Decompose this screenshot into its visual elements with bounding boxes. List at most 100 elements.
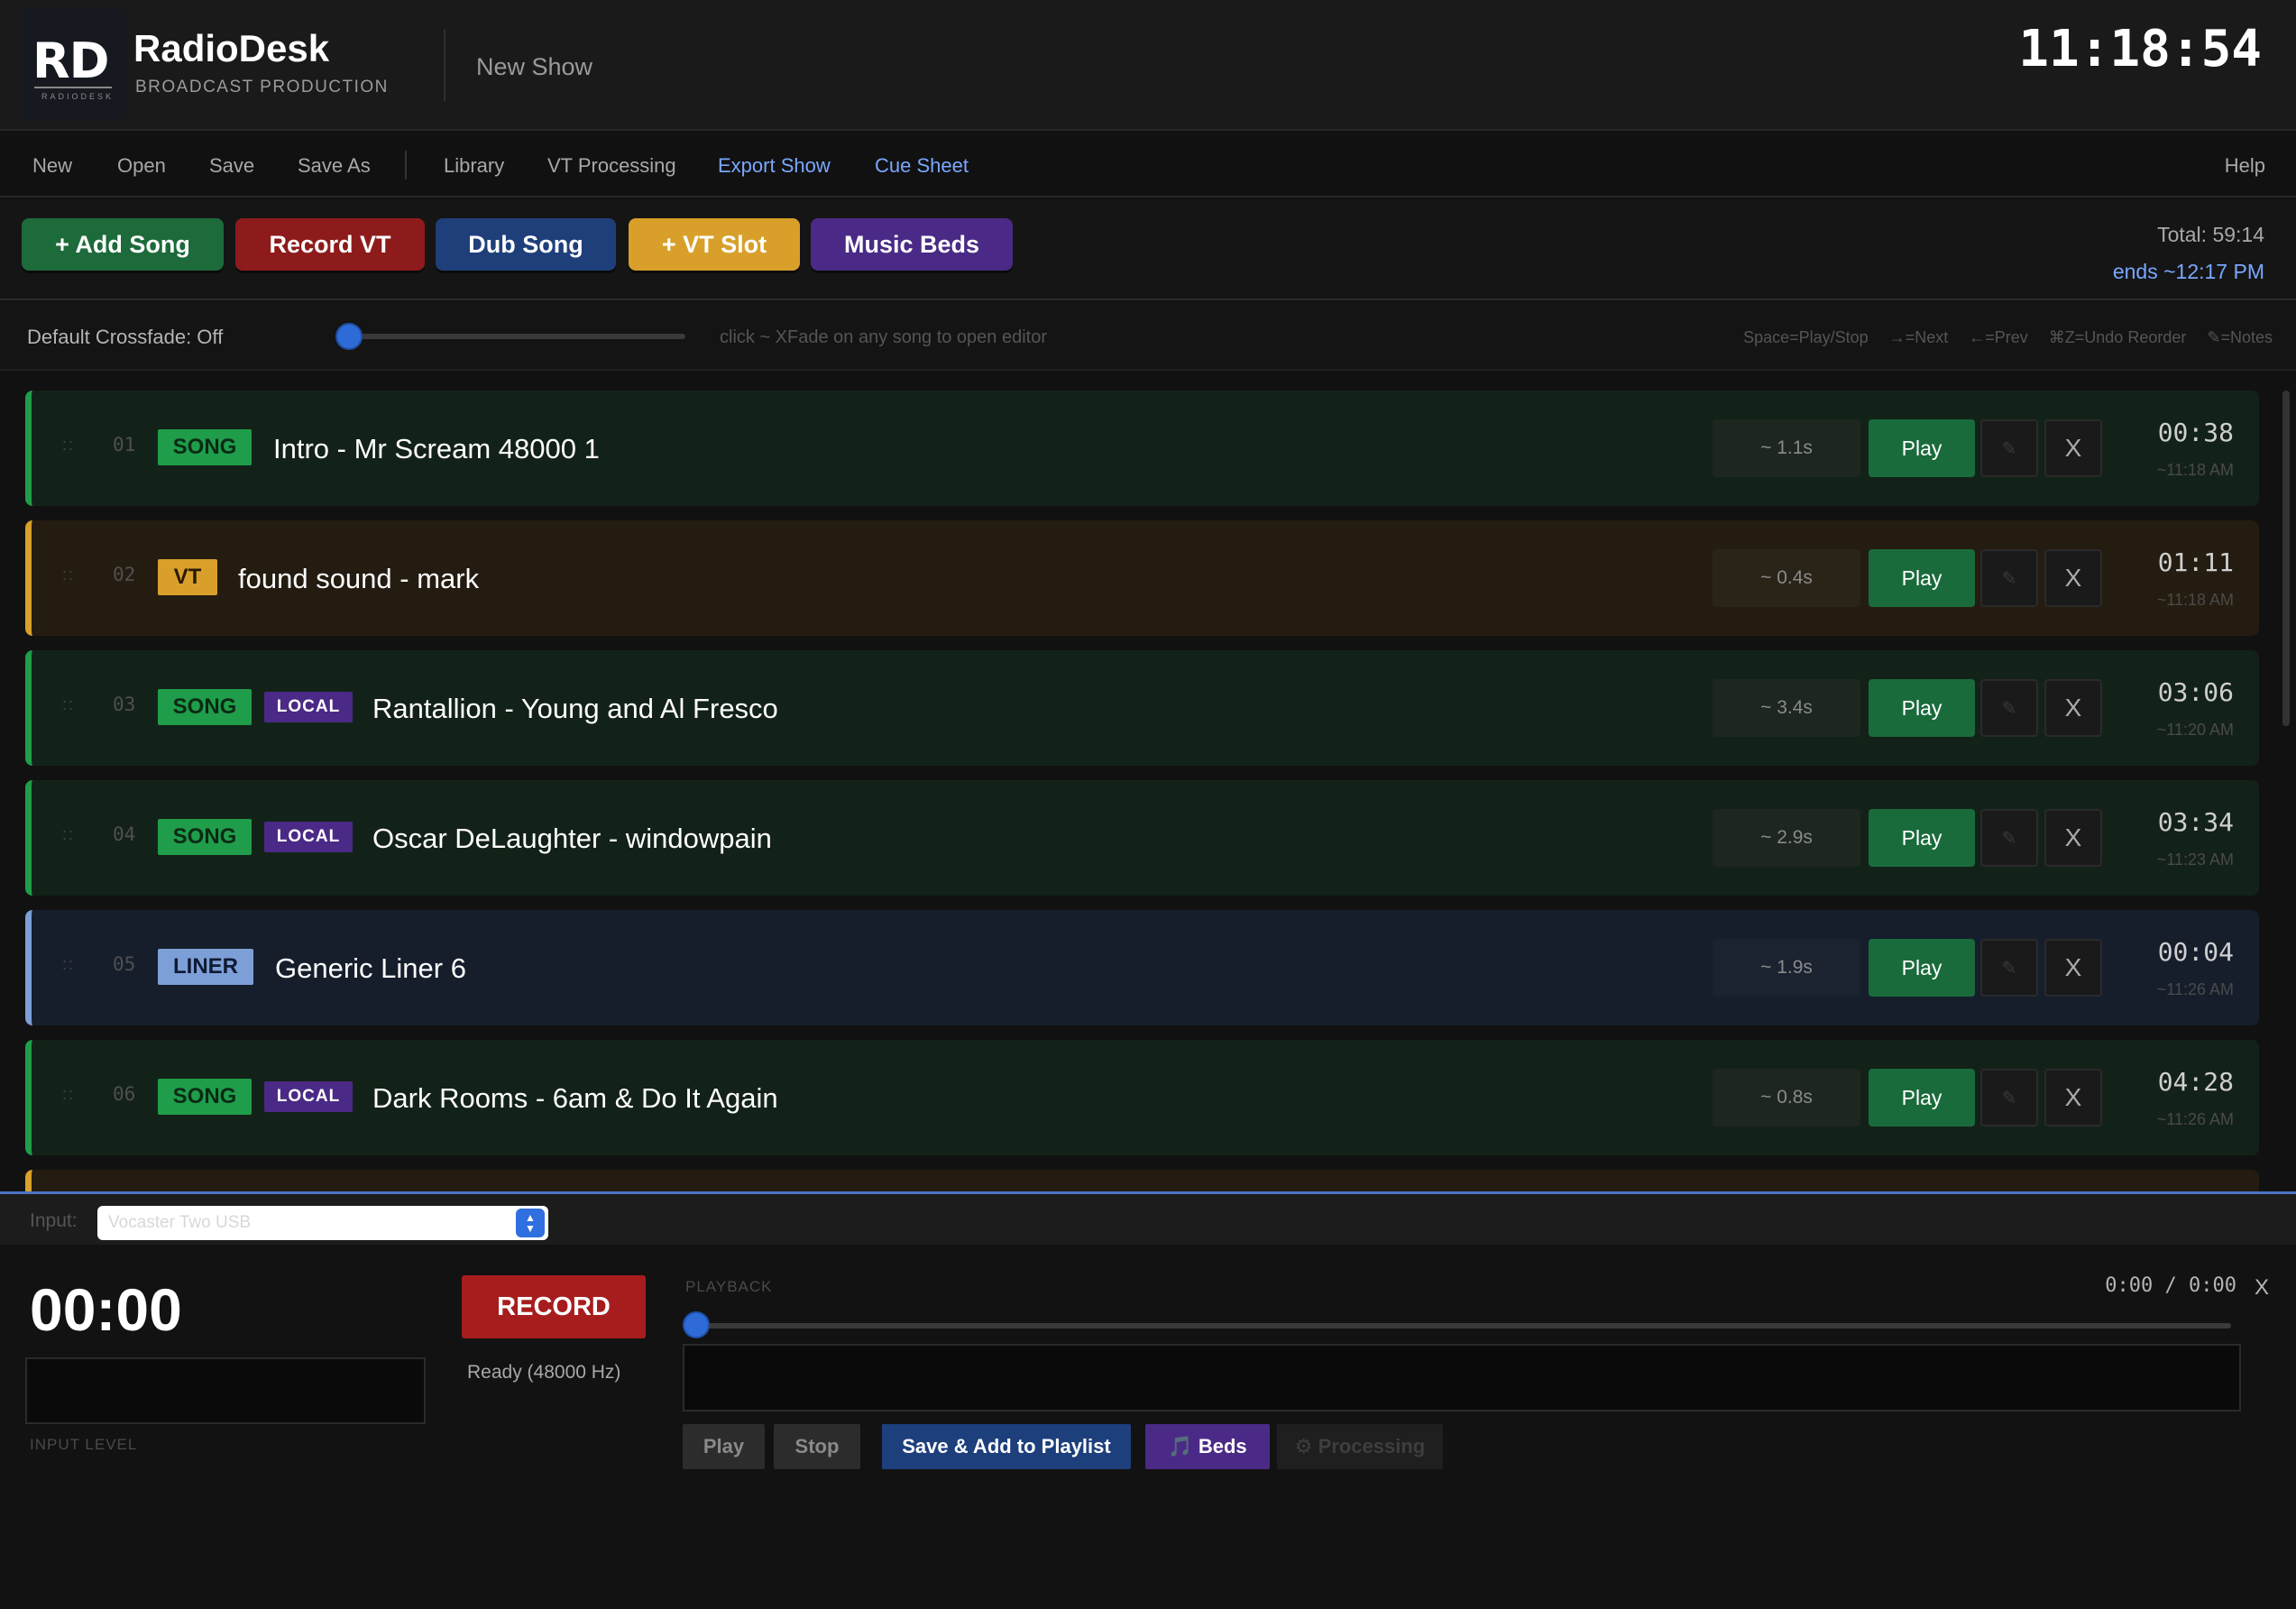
- playlist-row-partial[interactable]: [25, 1170, 2259, 1191]
- save-add-to-playlist-button[interactable]: Save & Add to Playlist: [882, 1424, 1131, 1469]
- crossfade-button[interactable]: ~ 1.1s: [1713, 419, 1860, 477]
- crossfade-slider-thumb[interactable]: [335, 323, 363, 350]
- record-vt-button[interactable]: Record VT: [235, 218, 425, 271]
- show-end-time: ends ~12:17 PM: [2112, 260, 2264, 283]
- row-start-time: ~11:26 AM: [2156, 980, 2234, 998]
- shortcut-prev: ←=Prev: [1969, 328, 2028, 346]
- row-start-time: ~11:20 AM: [2156, 721, 2234, 739]
- playlist-row[interactable]: :: 03 SONG LOCAL Rantallion - Young and …: [25, 650, 2259, 766]
- edit-notes-icon[interactable]: ✎: [1980, 419, 2038, 477]
- play-button[interactable]: Play: [1869, 939, 1975, 997]
- type-badge: SONG: [158, 819, 252, 855]
- play-button[interactable]: Play: [1869, 679, 1975, 737]
- edit-notes-icon[interactable]: ✎: [1980, 679, 2038, 737]
- beds-button[interactable]: 🎵 Beds: [1145, 1424, 1270, 1469]
- crossfade-button[interactable]: ~ 0.4s: [1713, 549, 1860, 607]
- drag-handle-icon[interactable]: ::: [62, 1085, 75, 1104]
- toolbar: + Add Song Record VT Dub Song + VT Slot …: [0, 199, 2296, 300]
- clock: 11:18:54: [2018, 20, 2262, 78]
- keyboard-shortcuts: Space=Play/Stop →=Next ←=Prev ⌘Z=Undo Re…: [1727, 328, 2273, 347]
- record-button[interactable]: RECORD: [462, 1275, 646, 1338]
- waveform-display[interactable]: [683, 1344, 2241, 1411]
- dub-song-button[interactable]: Dub Song: [436, 218, 616, 271]
- crossfade-slider-track[interactable]: [341, 334, 685, 339]
- logo-divider: [34, 87, 112, 88]
- delete-button[interactable]: X: [2044, 419, 2102, 477]
- edit-notes-icon[interactable]: ✎: [1980, 939, 2038, 997]
- row-title: Generic Liner 6: [275, 952, 466, 984]
- edit-notes-icon[interactable]: ✎: [1980, 809, 2038, 867]
- close-playback-button[interactable]: X: [2255, 1275, 2269, 1301]
- delete-button[interactable]: X: [2044, 809, 2102, 867]
- local-badge: LOCAL: [264, 822, 353, 852]
- drag-handle-icon[interactable]: ::: [62, 825, 75, 844]
- local-badge: LOCAL: [264, 1081, 353, 1112]
- processing-button[interactable]: ⚙ Processing: [1277, 1424, 1443, 1469]
- drag-handle-icon[interactable]: ::: [62, 436, 75, 455]
- playlist-row[interactable]: :: 04 SONG LOCAL Oscar DeLaughter - wind…: [25, 780, 2259, 896]
- delete-button[interactable]: X: [2044, 1069, 2102, 1126]
- play-button[interactable]: Play: [1869, 549, 1975, 607]
- menu-new[interactable]: New: [32, 154, 72, 178]
- playback-label: PLAYBACK: [685, 1278, 773, 1295]
- row-duration: 00:04: [2157, 937, 2234, 967]
- playlist-scrollbar[interactable]: [2282, 391, 2290, 726]
- menu-separator: [405, 151, 407, 179]
- type-badge: SONG: [158, 689, 252, 725]
- playlist: :: 01 SONG Intro - Mr Scream 48000 1 ~ 1…: [0, 372, 2296, 1191]
- stop-button[interactable]: Stop: [774, 1424, 860, 1469]
- crossfade-button[interactable]: ~ 3.4s: [1713, 679, 1860, 737]
- menu-help[interactable]: Help: [2225, 154, 2265, 178]
- delete-button[interactable]: X: [2044, 939, 2102, 997]
- input-device-value: Vocaster Two USB: [108, 1213, 252, 1232]
- play-button[interactable]: Play: [683, 1424, 765, 1469]
- menu-cue-sheet[interactable]: Cue Sheet: [875, 154, 969, 178]
- row-number: 01: [113, 434, 136, 455]
- shortcut-notes: ✎=Notes: [2207, 328, 2273, 346]
- playback-slider-thumb[interactable]: [683, 1311, 710, 1338]
- show-title[interactable]: New Show: [476, 53, 592, 81]
- crossfade-button[interactable]: ~ 0.8s: [1713, 1069, 1860, 1126]
- play-button[interactable]: Play: [1869, 419, 1975, 477]
- type-badge: VT: [158, 559, 217, 595]
- play-button[interactable]: Play: [1869, 809, 1975, 867]
- playback-time: 0:00 / 0:00: [2105, 1274, 2236, 1297]
- add-vt-slot-button[interactable]: + VT Slot: [629, 218, 800, 271]
- add-song-button[interactable]: + Add Song: [22, 218, 224, 271]
- header-divider: [444, 29, 445, 101]
- menu-save-as[interactable]: Save As: [298, 154, 371, 178]
- delete-button[interactable]: X: [2044, 549, 2102, 607]
- playlist-row[interactable]: :: 01 SONG Intro - Mr Scream 48000 1 ~ 1…: [25, 391, 2259, 506]
- menu-vt-processing[interactable]: VT Processing: [547, 154, 676, 178]
- row-title: Rantallion - Young and Al Fresco: [372, 693, 778, 724]
- input-level-meter: [25, 1357, 426, 1424]
- playlist-row[interactable]: :: 05 LINER Generic Liner 6 ~ 1.9s Play …: [25, 910, 2259, 1025]
- row-start-time: ~11:23 AM: [2156, 850, 2234, 869]
- shortcut-undo: ⌘Z=Undo Reorder: [2048, 328, 2187, 346]
- row-start-time: ~11:18 AM: [2156, 591, 2234, 609]
- menu-library[interactable]: Library: [444, 154, 504, 178]
- drag-handle-icon[interactable]: ::: [62, 565, 75, 584]
- drag-handle-icon[interactable]: ::: [62, 955, 75, 974]
- input-label: Input:: [30, 1210, 78, 1231]
- shortcut-play-stop: Space=Play/Stop: [1743, 328, 1869, 346]
- music-beds-button[interactable]: Music Beds: [811, 218, 1013, 271]
- playlist-row[interactable]: :: 02 VT found sound - mark ~ 0.4s Play …: [25, 520, 2259, 636]
- playback-slider-track[interactable]: [694, 1323, 2231, 1329]
- edit-notes-icon[interactable]: ✎: [1980, 549, 2038, 607]
- play-button[interactable]: Play: [1869, 1069, 1975, 1126]
- row-start-time: ~11:26 AM: [2156, 1110, 2234, 1128]
- menu-save[interactable]: Save: [209, 154, 254, 178]
- menu-open[interactable]: Open: [117, 154, 166, 178]
- edit-notes-icon[interactable]: ✎: [1980, 1069, 2038, 1126]
- shortcut-next: →=Next: [1888, 328, 1949, 346]
- menu-export-show[interactable]: Export Show: [718, 154, 831, 178]
- crossfade-button[interactable]: ~ 2.9s: [1713, 809, 1860, 867]
- crossfade-button[interactable]: ~ 1.9s: [1713, 939, 1860, 997]
- input-device-select[interactable]: Vocaster Two USB ▲ ▼: [97, 1206, 548, 1240]
- app-header: RD RADIODESK RadioDesk BROADCAST PRODUCT…: [0, 0, 2296, 131]
- playlist-row[interactable]: :: 06 SONG LOCAL Dark Rooms - 6am & Do I…: [25, 1040, 2259, 1155]
- delete-button[interactable]: X: [2044, 679, 2102, 737]
- logo-wordmark: RADIODESK: [41, 92, 115, 101]
- drag-handle-icon[interactable]: ::: [62, 695, 75, 714]
